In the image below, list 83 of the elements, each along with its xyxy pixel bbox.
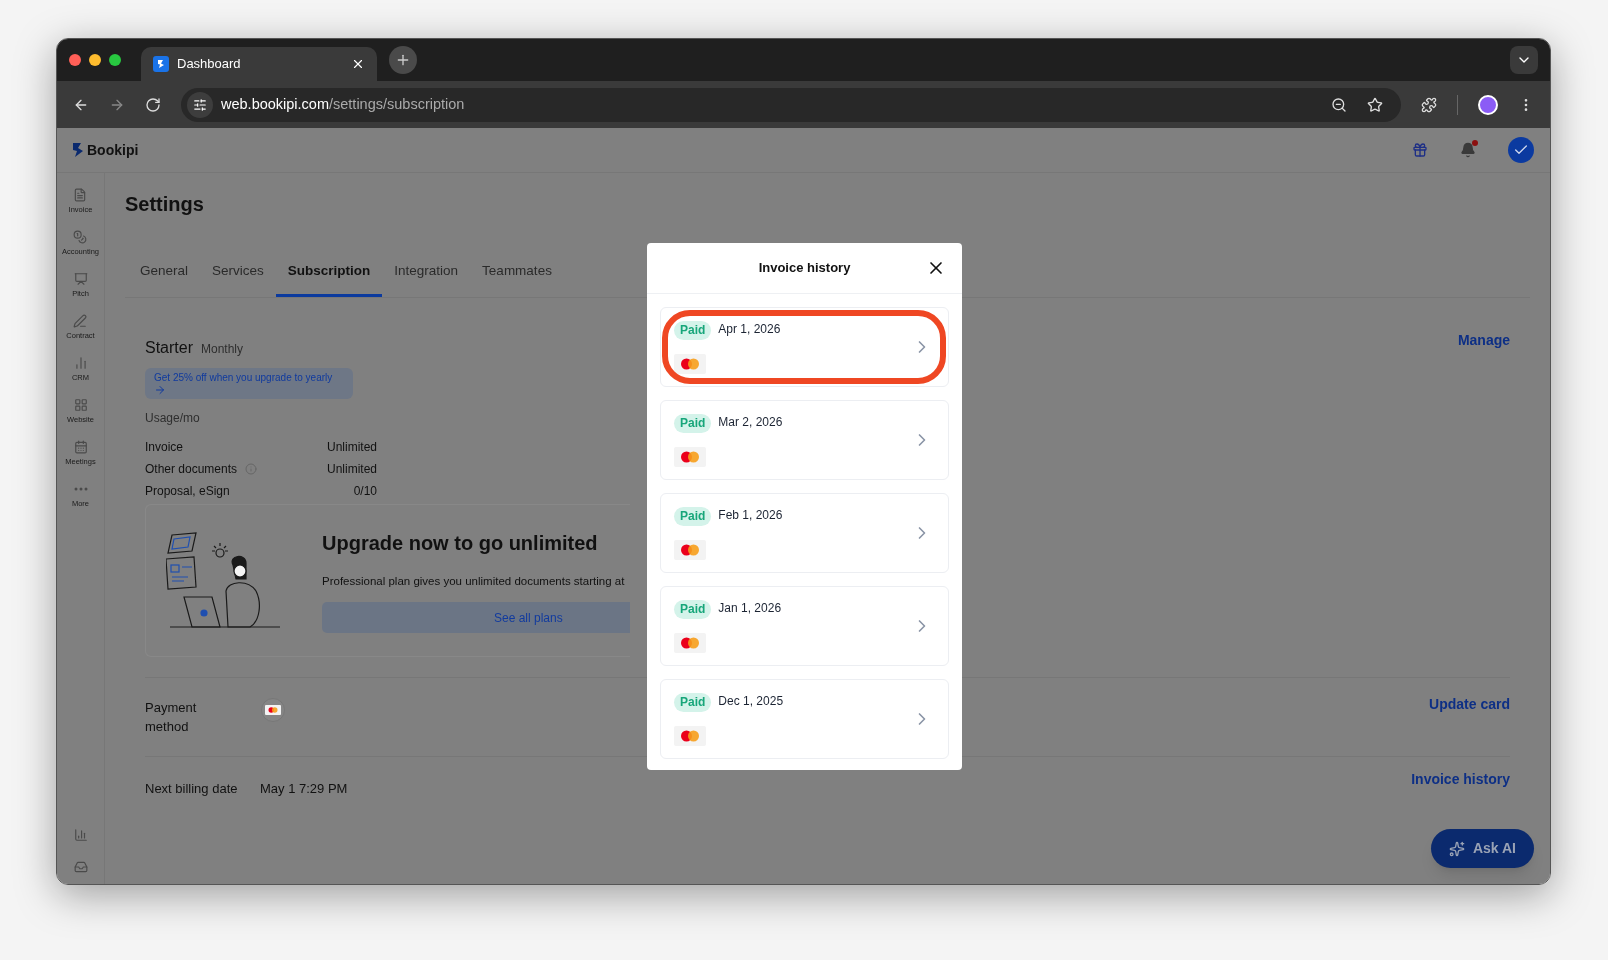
maximize-window-icon[interactable] [109, 54, 121, 66]
new-tab-button[interactable] [389, 46, 417, 74]
page-title: Settings [125, 192, 205, 217]
payment-entry[interactable]: Paid Mar 2, 2026 [660, 400, 949, 480]
url-host: web.bookipi.com [221, 95, 329, 112]
coins-icon [73, 230, 88, 245]
address-field[interactable]: web.bookipi.com/settings/subscription [181, 87, 1401, 122]
payment-entry[interactable]: Paid Jan 1, 2026 [660, 586, 949, 666]
usage-value: Unlimited [327, 438, 377, 456]
sparkle-icon [1448, 840, 1465, 857]
mastercard-icon [674, 353, 706, 374]
status-badge: Paid [674, 320, 712, 340]
reload-icon[interactable] [145, 96, 161, 113]
settings-tab[interactable]: Services [200, 261, 276, 298]
profile-avatar[interactable] [1478, 94, 1498, 115]
invoice-history-link[interactable]: Invoice history [1411, 769, 1510, 791]
extensions-icon[interactable] [1421, 96, 1437, 113]
upgrade-description: Professional plan gives you unlimited documents starting at [322, 574, 626, 590]
usage-label: Proposal, eSign [145, 482, 230, 500]
bar-chart-icon [73, 356, 88, 371]
dialog-title: Invoice history [758, 259, 851, 278]
payment-label: Payment method [145, 699, 198, 737]
plan-period: Monthly [201, 341, 244, 359]
ask-ai-button[interactable]: Ask AI [1430, 829, 1534, 868]
usage-heading: Usage/mo [145, 410, 200, 428]
sliders-icon [193, 97, 207, 112]
mastercard-icon [674, 725, 706, 746]
update-card-link[interactable]: Update card [1429, 694, 1510, 716]
brand-logo-icon [73, 143, 83, 157]
settings-tab[interactable]: General [128, 261, 201, 298]
payment-entry[interactable]: Paid Dec 1, 2025 [660, 679, 949, 759]
layout-icon [73, 398, 88, 413]
mastercard-icon [265, 705, 281, 716]
close-window-icon[interactable] [69, 54, 81, 66]
minimize-window-icon[interactable] [89, 54, 101, 66]
close-tab-icon[interactable] [351, 57, 365, 71]
status-badge: Paid [674, 413, 712, 433]
bookmark-star-icon[interactable] [1367, 96, 1383, 113]
bell-icon [1460, 142, 1476, 158]
calendar-icon [73, 440, 88, 455]
invoice-date: Dec 1, 2025 [718, 692, 784, 710]
arrow-right-icon [154, 384, 166, 397]
billing-label: Next billing date [145, 780, 239, 799]
presentation-icon [73, 272, 88, 287]
user-avatar[interactable] [1508, 137, 1534, 163]
status-badge: Paid [674, 599, 712, 619]
zoom-icon[interactable] [1331, 96, 1347, 113]
upgrade-title: Upgrade now to go unlimited [322, 531, 599, 557]
brand-name: Bookipi [87, 140, 139, 160]
usage-value: Unlimited [327, 460, 377, 478]
invoice-date: Feb 1, 2026 [718, 506, 783, 524]
more-icon [73, 487, 88, 492]
document-icon [73, 188, 88, 203]
invoice-date: Apr 1, 2026 [718, 320, 781, 338]
usage-value: 0/10 [353, 482, 377, 500]
status-badge: Paid [674, 506, 712, 526]
usage-label: Other documents [145, 460, 238, 478]
plan-name: Starter [145, 338, 193, 359]
tab-title: Dashboard [177, 55, 242, 74]
payment-entry[interactable]: Paid Feb 1, 2026 [660, 493, 949, 573]
billing-date: May 1 7:29 PM [260, 780, 348, 799]
manage-link[interactable]: Manage [1457, 330, 1510, 352]
site-settings-icon[interactable] [187, 91, 213, 118]
promo-banner[interactable]: Get 25% off when you upgrade to yearly [145, 368, 353, 400]
gift-icon[interactable] [1412, 142, 1428, 158]
url-path: /settings/subscription [329, 95, 465, 112]
invoice-date: Mar 2, 2026 [718, 413, 783, 431]
settings-tab[interactable]: Subscription [275, 261, 383, 298]
status-badge: Paid [674, 692, 712, 712]
mastercard-icon [674, 632, 706, 653]
invoice-date: Jan 1, 2026 [718, 599, 782, 617]
favicon-icon [153, 56, 169, 72]
browser-tab[interactable]: Dashboard [141, 47, 377, 81]
settings-tab[interactable]: Teammates [470, 261, 564, 298]
settings-tab[interactable]: Integration [382, 261, 471, 298]
plus-icon [395, 52, 411, 68]
mastercard-icon [674, 539, 706, 560]
mastercard-icon [674, 446, 706, 467]
usage-label: Invoice [145, 438, 184, 456]
notifications-button[interactable] [1460, 142, 1476, 158]
pen-icon [73, 314, 88, 329]
payment-entry[interactable]: Paid Apr 1, 2026 [660, 307, 949, 387]
tab-list-button[interactable] [1510, 46, 1538, 74]
